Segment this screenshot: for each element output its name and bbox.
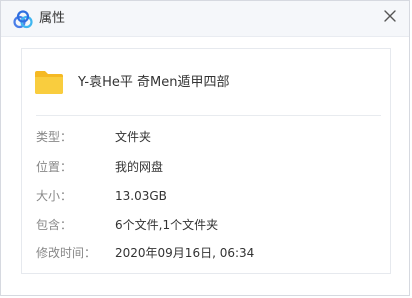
property-value: 13.03GB xyxy=(115,189,167,203)
properties-dialog: 属性 Y-袁He平 奇Men遁甲四部 类型： 文件夹 位置： 我的网盘 大小： … xyxy=(0,0,410,296)
properties-panel: Y-袁He平 奇Men遁甲四部 类型： 文件夹 位置： 我的网盘 大小： 13.… xyxy=(21,48,391,274)
property-value: 2020年09月16日, 06:34 xyxy=(115,246,255,260)
file-name: Y-袁He平 奇Men遁甲四部 xyxy=(78,75,230,90)
divider xyxy=(36,115,381,116)
property-row-contains: 包含： 6个文件,1个文件夹 xyxy=(36,216,381,234)
property-row-modified: 修改时间： 2020年09月16日, 06:34 xyxy=(36,244,381,262)
property-label: 修改时间： xyxy=(36,246,97,260)
file-header: Y-袁He平 奇Men遁甲四部 xyxy=(22,49,390,115)
property-label: 大小： xyxy=(36,189,73,203)
baidu-netdisk-cloud-icon xyxy=(13,10,33,29)
property-row-type: 类型： 文件夹 xyxy=(36,128,381,146)
close-icon[interactable] xyxy=(381,7,399,25)
dialog-title: 属性 xyxy=(39,11,66,26)
property-label: 类型： xyxy=(36,130,73,144)
property-label: 位置： xyxy=(36,160,73,174)
property-value: 文件夹 xyxy=(115,130,152,144)
folder-icon xyxy=(35,71,63,94)
property-value: 我的网盘 xyxy=(115,160,164,174)
title-bar[interactable]: 属性 xyxy=(1,1,409,37)
property-row-size: 大小： 13.03GB xyxy=(36,187,381,205)
property-label: 包含： xyxy=(36,218,73,232)
property-row-location: 位置： 我的网盘 xyxy=(36,158,381,176)
property-value: 6个文件,1个文件夹 xyxy=(115,218,219,232)
